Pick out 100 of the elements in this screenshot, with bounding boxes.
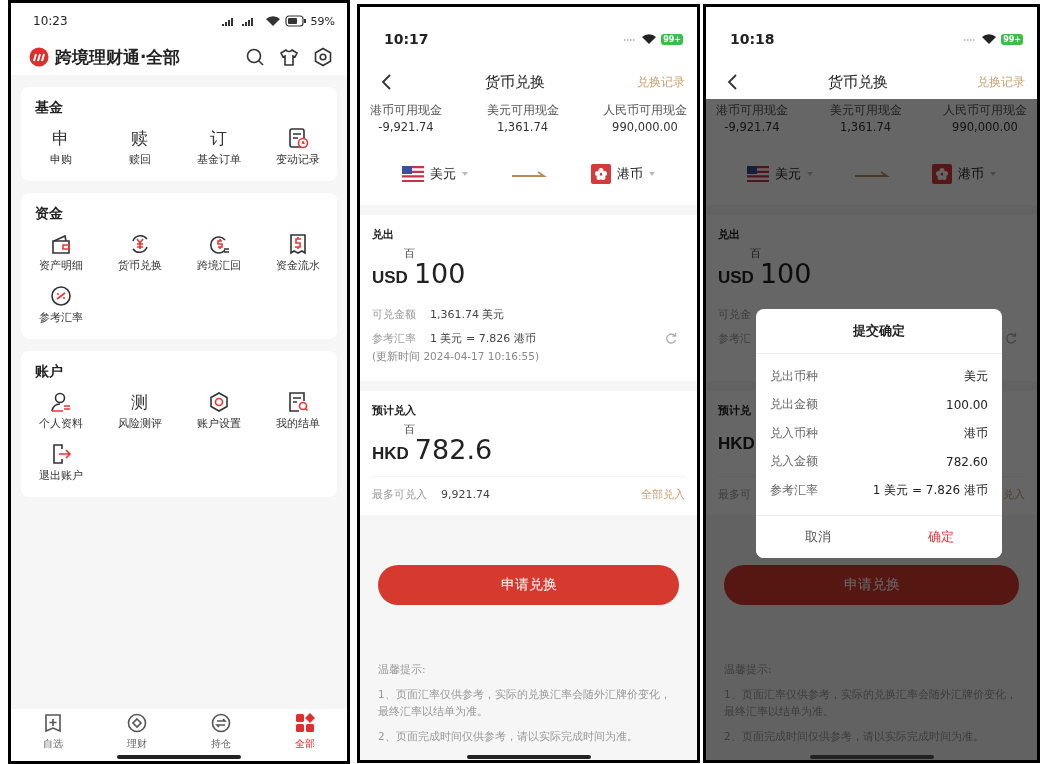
logo-icon [29, 47, 49, 67]
shirt-icon[interactable] [279, 47, 299, 67]
menu-item-label: 变动记录 [275, 152, 320, 167]
currency-code: USD [718, 268, 754, 288]
amount-value: 100 [413, 258, 466, 289]
menu-item[interactable]: 订 基金订单 [196, 127, 241, 167]
balance-label: 港币可用现金 [370, 103, 442, 118]
swap-circle-icon [211, 713, 231, 733]
character-icon: 订 [210, 127, 227, 149]
grid-icon [295, 713, 315, 733]
dialog-value: 1 美元 = 7.826 港币 [872, 481, 988, 499]
menu-item[interactable]: 跨境汇回 [196, 233, 241, 273]
flag-icon [591, 164, 612, 184]
character-icon: 测 [131, 391, 148, 413]
menu-item-label: 货币兑换 [117, 258, 162, 273]
caret-icon [461, 172, 468, 176]
dialog-title: 提交确定 [756, 309, 1002, 354]
section-label: 兑出 [718, 227, 740, 242]
cellular-dots-icon [963, 37, 978, 41]
person-icon [49, 391, 72, 413]
balance-label: 美元可用现金 [829, 103, 902, 118]
cellular-dots-icon [623, 37, 638, 41]
section-label: 预计兑入 [372, 403, 416, 418]
menu-item[interactable]: 我的结单 [275, 391, 320, 431]
menu-item[interactable]: 变动记录 [275, 127, 320, 167]
balance-label: 港币可用现金 [716, 103, 788, 118]
battery-icon [284, 15, 307, 27]
character-icon: 赎 [131, 127, 148, 149]
dialog-value: 美元 [964, 367, 988, 385]
amount-value: 782.6 [414, 434, 493, 465]
page-title: 货币兑换 [826, 72, 889, 92]
dialog-label: 兑出金额 [770, 396, 818, 414]
flag-icon [401, 166, 424, 182]
tab[interactable]: 理财 [95, 713, 179, 761]
status-time: 10:18 [730, 31, 775, 47]
balance-value: -9,921.74 [724, 120, 780, 134]
battery-level: 99+ [661, 33, 683, 45]
section-title: 基金 [34, 99, 64, 117]
tab[interactable]: 持仓 [179, 713, 263, 761]
menu-item-label: 退出账户 [38, 468, 83, 483]
menu-item[interactable]: 资金流水 [275, 233, 320, 273]
currency-selector[interactable]: 美元 [401, 165, 468, 183]
info-label: 最多可兑入 [372, 486, 427, 502]
menu-item[interactable]: 资产明细 [38, 233, 83, 273]
info-label: 可兑金额 [372, 306, 416, 322]
balance-value: 1,361.74 [496, 120, 549, 134]
currency-code: HKD [372, 444, 409, 464]
currency-code: USD [372, 268, 408, 288]
settings-icon[interactable] [313, 47, 333, 67]
settings-icon [207, 391, 230, 413]
info-label: 参考汇率 [372, 330, 416, 346]
status-time: 10:23 [33, 14, 68, 28]
wifi-icon [264, 15, 281, 27]
caret-icon [649, 172, 656, 176]
balance-value: 1,361.74 [839, 120, 892, 134]
unit-hint: 百 [404, 247, 415, 260]
tab[interactable]: 自选 [11, 713, 95, 761]
wallet-icon [49, 233, 72, 255]
update-time: (更新时间 2024-04-17 10:16:55) [372, 350, 540, 364]
back-icon[interactable] [380, 73, 392, 91]
info-value: 1,361.74 美元 [430, 306, 505, 322]
submit-button[interactable]: 申请兑换 [378, 565, 679, 605]
menu-item[interactable]: 个人资料 [38, 391, 83, 431]
menu-item-label: 资金流水 [275, 258, 320, 273]
balance-value: 990,000.00 [612, 120, 678, 134]
dialog-label: 兑入币种 [770, 424, 818, 442]
section-label: 兑出 [372, 227, 394, 242]
unit-hint: 百 [404, 423, 415, 436]
menu-item-label: 跨境汇回 [196, 258, 241, 273]
bookmark-plus-icon [43, 713, 63, 733]
balance-label: 美元可用现金 [486, 103, 559, 118]
menu-item[interactable]: 申 申购 [49, 127, 72, 167]
document-clock-icon [286, 127, 309, 149]
menu-item[interactable]: 赎 赎回 [128, 127, 151, 167]
search-icon[interactable] [245, 47, 265, 67]
menu-item[interactable]: 货币兑换 [117, 233, 162, 273]
menu-item-label: 资产明细 [38, 258, 83, 273]
menu-item[interactable]: 测 风险测评 [117, 391, 162, 431]
menu-item[interactable]: 退出账户 [38, 443, 83, 483]
menu-item[interactable]: 参考汇率 [38, 285, 83, 325]
balance-value: 990,000.00 [952, 120, 1018, 134]
dialog-value: 782.60 [946, 454, 988, 469]
info-value: 9,921.74 [441, 487, 490, 501]
battery-percent: 59% [310, 14, 335, 28]
currency-code: HKD [718, 434, 755, 454]
percent-circle-icon [49, 285, 72, 307]
dollar-coin-icon [207, 233, 230, 255]
section-title: 资金 [34, 205, 64, 223]
dialog-label: 兑出币种 [770, 367, 818, 385]
amount-value: 100 [759, 258, 812, 289]
back-icon[interactable] [726, 73, 738, 91]
menu-item-label: 个人资料 [38, 416, 83, 431]
tab[interactable]: 全部 [263, 713, 347, 761]
menu-item-label: 风险测评 [117, 416, 162, 431]
tip-text: 1、页面汇率仅供参考，实际的兑换汇率会随外汇牌价变化，最终汇率以结单为准。 [378, 687, 672, 719]
balance-label: 人民币可用现金 [603, 103, 687, 118]
wifi-icon [641, 33, 658, 45]
menu-item[interactable]: 账户设置 [196, 391, 241, 431]
status-time: 10:17 [384, 31, 429, 47]
currency-selector[interactable]: 港币 [591, 164, 656, 184]
